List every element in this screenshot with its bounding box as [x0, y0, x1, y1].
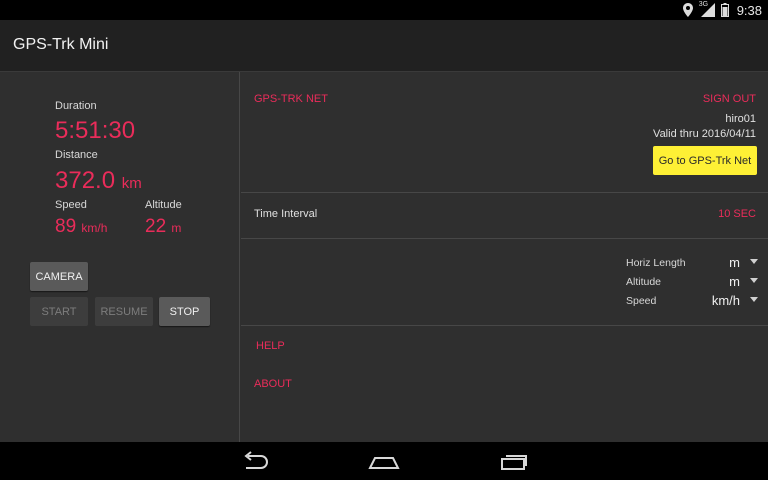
horiz-length-spinner[interactable]: Horiz Length m [626, 254, 758, 272]
units-section: Horiz Length m Altitude m Speed km/h [241, 239, 768, 325]
chevron-down-icon [750, 259, 758, 264]
altitude-unit-spinner[interactable]: Altitude m [626, 273, 758, 291]
altitude-unit-value: m [729, 274, 740, 289]
about-link[interactable]: ABOUT [254, 378, 292, 390]
speed-unit: km/h [81, 221, 108, 235]
speed-readout: 89 km/h [55, 217, 107, 236]
camera-button[interactable]: CAMERA [30, 262, 88, 291]
clock: 9:38 [736, 2, 762, 18]
time-interval-row[interactable]: Time Interval 10 SEC [241, 193, 768, 238]
app-title: GPS-Trk Mini [13, 36, 109, 53]
horiz-length-value: m [729, 255, 740, 270]
duration-label: Duration [55, 100, 97, 112]
altitude-value: 22 [145, 216, 167, 237]
stop-button[interactable]: STOP [159, 297, 210, 326]
speed-unit-value: km/h [711, 293, 740, 308]
distance-readout: 372.0 km [55, 169, 142, 193]
home-icon[interactable] [368, 450, 400, 477]
tracking-panel: Duration 5:51:30 Distance 372.0 km Speed… [0, 72, 240, 443]
net-section: GPS-TRK NET SIGN OUT hiro01 Valid thru 2… [241, 72, 768, 192]
network-label: 3G [698, 1, 709, 8]
valid-thru: Valid thru 2016/04/11 [653, 128, 756, 140]
username: hiro01 [725, 113, 756, 125]
settings-panel: GPS-TRK NET SIGN OUT hiro01 Valid thru 2… [241, 72, 768, 443]
resume-button[interactable]: RESUME [95, 297, 153, 326]
chevron-down-icon [750, 278, 758, 283]
altitude-label: Altitude [145, 199, 182, 211]
speed-unit-label: Speed [626, 295, 657, 307]
altitude-unit-label: Altitude [626, 276, 662, 288]
altitude-readout: 22 m [145, 217, 181, 236]
divider [241, 325, 768, 326]
navigation-bar [0, 442, 768, 480]
net-title: GPS-TRK NET [254, 93, 328, 105]
action-bar: GPS-Trk Mini [0, 20, 768, 71]
distance-label: Distance [55, 149, 98, 161]
speed-label: Speed [55, 199, 87, 211]
status-icons: 3G 9:38 [682, 1, 762, 18]
altitude-unit: m [171, 221, 182, 235]
sign-out-link[interactable]: SIGN OUT [703, 93, 756, 105]
help-link[interactable]: HELP [256, 340, 285, 352]
speed-unit-spinner[interactable]: Speed km/h [626, 292, 758, 310]
back-icon[interactable] [240, 450, 270, 477]
time-interval-value[interactable]: 10 SEC [718, 208, 756, 220]
speed-value: 89 [55, 216, 77, 237]
main-content: Duration 5:51:30 Distance 372.0 km Speed… [0, 71, 768, 443]
distance-unit: km [121, 175, 142, 192]
distance-value: 372.0 [55, 167, 116, 194]
chevron-down-icon [750, 297, 758, 302]
start-button[interactable]: START [30, 297, 88, 326]
horiz-length-label: Horiz Length [626, 257, 686, 269]
go-to-net-button[interactable]: Go to GPS-Trk Net [653, 146, 757, 175]
signal-3g-icon: 3G [698, 1, 715, 17]
time-interval-label: Time Interval [254, 208, 318, 220]
recents-icon[interactable] [499, 450, 529, 477]
battery-icon [720, 3, 729, 17]
status-bar: 3G 9:38 [0, 0, 768, 20]
duration-value: 5:51:30 [55, 117, 136, 144]
location-icon [682, 3, 693, 17]
